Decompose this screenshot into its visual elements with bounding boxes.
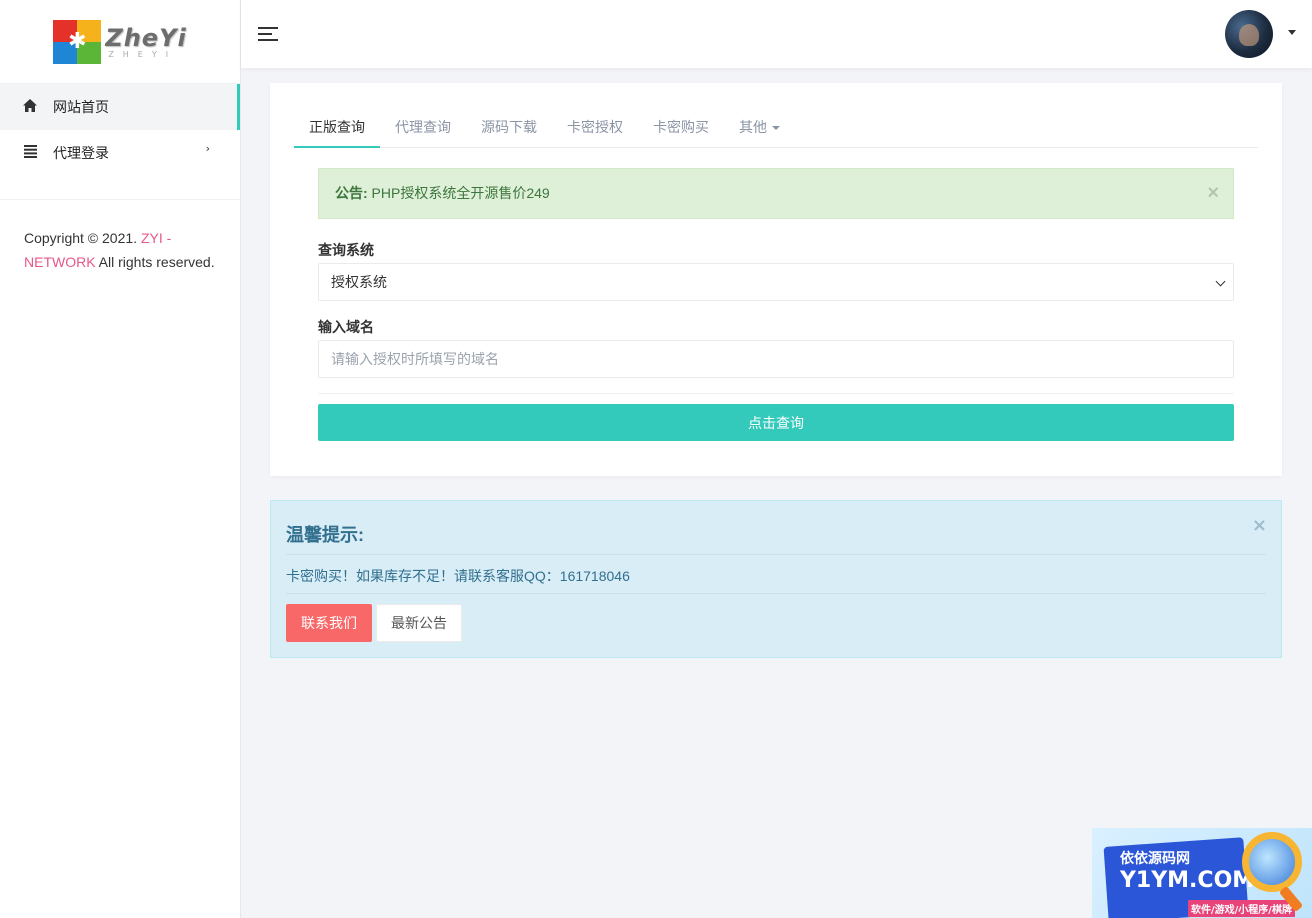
tab-agent-query[interactable]: 代理查询 xyxy=(380,107,466,148)
logo-title: ZheYi xyxy=(105,24,187,52)
sidebar: ✱ ZheYi ZHEYI 网站首页 代理登录 › Copyright © 20… xyxy=(0,0,241,918)
domain-label: 输入域名 xyxy=(318,319,374,335)
watermark-logo: 依依源码网 Y1YM.COM 软件/游戏/小程序/棋牌 xyxy=(1092,828,1312,918)
sidebar-nav: 网站首页 代理登录 › xyxy=(0,84,240,200)
sidebar-item-agent-login[interactable]: 代理登录 › xyxy=(0,130,240,176)
list-icon xyxy=(22,144,38,162)
user-avatar[interactable] xyxy=(1225,10,1273,58)
tab-card-buy[interactable]: 卡密购买 xyxy=(638,107,724,148)
sidebar-item-label: 网站首页 xyxy=(53,100,109,116)
logo-subtitle: ZHEYI xyxy=(108,50,178,59)
query-card: 正版查询 代理查询 源码下载 卡密授权 卡密购买 其他 公告: PHP授权系统全… xyxy=(270,83,1282,476)
tab-source-download[interactable]: 源码下载 xyxy=(466,107,552,148)
system-select[interactable]: 授权系统 xyxy=(318,263,1234,301)
tips-text: 卡密购买！如果库存不足！请联系客服QQ：161718046 xyxy=(286,568,630,584)
copyright-prefix: Copyright © 2021. xyxy=(24,230,141,246)
notice-prefix: 公告: xyxy=(335,185,368,201)
topbar xyxy=(241,0,1312,68)
copyright-suffix: All rights reserved. xyxy=(95,254,215,270)
contact-us-button[interactable]: 联系我们 xyxy=(286,604,372,642)
notice-alert: 公告: PHP授权系统全开源售价249 × xyxy=(318,168,1234,219)
tab-card-auth[interactable]: 卡密授权 xyxy=(552,107,638,148)
sidebar-item-home[interactable]: 网站首页 xyxy=(0,84,240,130)
close-icon[interactable]: × xyxy=(1252,515,1267,536)
divider xyxy=(286,554,1266,555)
tab-other-dropdown[interactable]: 其他 xyxy=(724,107,795,148)
domain-input[interactable] xyxy=(318,340,1234,378)
logo-mark-icon: ✱ xyxy=(53,19,102,64)
tips-title: 温馨提示: xyxy=(286,525,364,545)
copyright: Copyright © 2021. ZYI - NETWORK All righ… xyxy=(0,200,240,300)
tab-bar: 正版查询 代理查询 源码下载 卡密授权 卡密购买 其他 xyxy=(294,107,1258,148)
chevron-right-icon: › xyxy=(205,142,210,155)
latest-notice-button[interactable]: 最新公告 xyxy=(376,604,462,642)
site-logo[interactable]: ✱ ZheYi ZHEYI xyxy=(53,19,187,64)
hamburger-icon[interactable] xyxy=(258,25,278,42)
caret-down-icon xyxy=(772,126,780,131)
magnifier-icon xyxy=(1242,832,1302,892)
sidebar-item-label: 代理登录 xyxy=(53,146,109,162)
divider xyxy=(318,393,1234,394)
system-select-value: 授权系统 xyxy=(331,274,387,290)
watermark-sub: 软件/游戏/小程序/棋牌 xyxy=(1188,900,1295,917)
chevron-down-icon xyxy=(1215,276,1226,287)
divider xyxy=(286,593,1266,594)
home-icon xyxy=(22,98,38,116)
system-label: 查询系统 xyxy=(318,242,374,258)
watermark-cn: 依依源码网 xyxy=(1120,851,1190,867)
tips-panel: 温馨提示: × 卡密购买！如果库存不足！请联系客服QQ：161718046 联系… xyxy=(270,500,1282,658)
logo-area: ✱ ZheYi ZHEYI xyxy=(0,0,240,84)
notice-text: PHP授权系统全开源售价249 xyxy=(367,185,550,201)
watermark-en: Y1YM.COM xyxy=(1120,868,1255,893)
caret-down-icon[interactable] xyxy=(1288,30,1296,35)
tab-other-label: 其他 xyxy=(739,119,767,135)
query-button[interactable]: 点击查询 xyxy=(318,404,1234,441)
tab-genuine-query[interactable]: 正版查询 xyxy=(294,107,380,148)
close-icon[interactable]: × xyxy=(1207,169,1219,218)
